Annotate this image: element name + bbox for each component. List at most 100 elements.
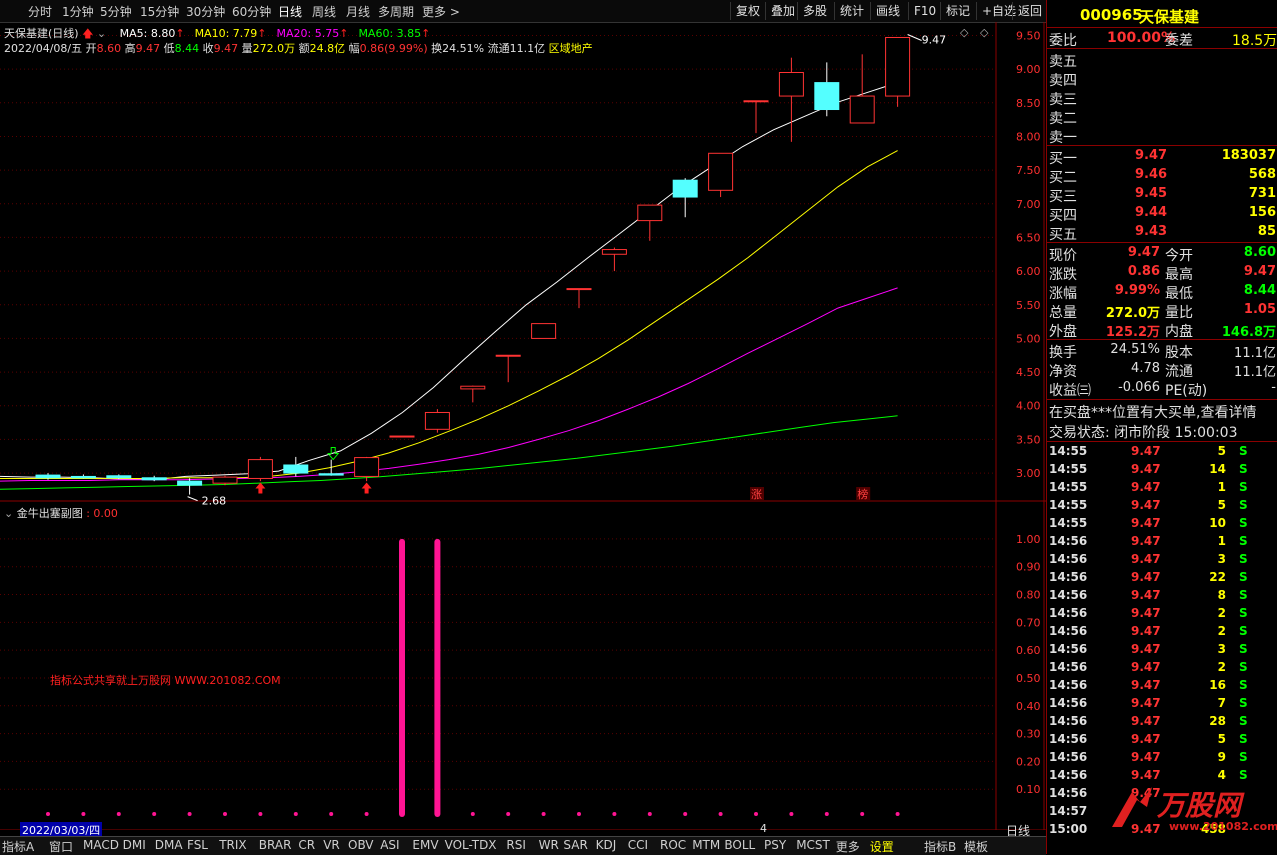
tick-volume: 5 xyxy=(1217,732,1226,746)
candle[interactable] xyxy=(601,247,627,272)
indicator-right-tab-0[interactable]: 指标B xyxy=(924,838,956,855)
sell-level-2[interactable]: 卖二 xyxy=(1047,107,1277,127)
tick-time: 14:56 xyxy=(1049,624,1088,638)
sell-level-4[interactable]: 卖四 xyxy=(1047,69,1277,89)
indicator-tab-11[interactable]: ASI xyxy=(380,838,399,852)
indicator-tab-4[interactable]: DMA xyxy=(155,838,183,852)
buy-level-2[interactable]: 买二 9.46 568 xyxy=(1047,166,1277,186)
float-value: 11.1亿 xyxy=(509,42,546,55)
stat-label: 最低 xyxy=(1165,286,1193,302)
period-tab-0[interactable]: 分时 xyxy=(28,3,52,20)
candle[interactable] xyxy=(389,435,415,438)
indicator-tab-14[interactable]: RSI xyxy=(506,838,526,852)
candle[interactable] xyxy=(318,459,344,476)
price-tick-7: 6.00 xyxy=(1016,265,1041,278)
candle[interactable] xyxy=(708,152,734,198)
indicator-tab-13[interactable]: VOL-TDX xyxy=(445,838,497,852)
stat-label: 总量 xyxy=(1049,305,1077,321)
toolbar-button-4[interactable]: 画线 xyxy=(870,2,905,20)
indicator-tab-7[interactable]: BRAR xyxy=(259,838,292,852)
candle[interactable] xyxy=(743,100,769,134)
candle[interactable] xyxy=(141,475,167,482)
tick-price: 9.47 xyxy=(1131,696,1161,710)
toolbar-button-0[interactable]: 复权 xyxy=(730,2,765,20)
period-tab-9[interactable]: 多周期 xyxy=(378,3,414,20)
candle[interactable] xyxy=(70,474,96,479)
toolbar-button-5[interactable]: F10 xyxy=(908,2,941,20)
period-tab-7[interactable]: 周线 xyxy=(312,3,336,20)
buy-level-1[interactable]: 买一 9.47 183037 xyxy=(1047,147,1277,167)
indicator-tab-9[interactable]: VR xyxy=(323,838,340,852)
close-value: 9.47 xyxy=(213,42,239,55)
candle[interactable] xyxy=(283,456,309,477)
indicator-tab-23[interactable]: MCST xyxy=(796,838,830,852)
indicator-tab-15[interactable]: WR xyxy=(539,838,559,852)
indicator-tab-22[interactable]: PSY xyxy=(764,838,786,852)
toolbar-button-2[interactable]: 多股 xyxy=(797,2,832,20)
period-tab-5[interactable]: 60分钟 xyxy=(232,3,271,20)
sector-label[interactable]: 区域地产 xyxy=(549,42,593,55)
toolbar-button-3[interactable]: 统计 xyxy=(834,2,869,20)
indicator-tab-20[interactable]: MTM xyxy=(692,838,720,852)
indicator-tab-5[interactable]: FSL xyxy=(187,838,208,852)
candle[interactable] xyxy=(424,409,450,433)
candle[interactable] xyxy=(637,204,663,241)
candle[interactable] xyxy=(177,478,203,495)
indicator-tab-25[interactable]: 设置 xyxy=(870,838,894,855)
indicator-tab-19[interactable]: ROC xyxy=(660,838,686,852)
period-tab-1[interactable]: 1分钟 xyxy=(62,3,94,20)
period-tab-8[interactable]: 月线 xyxy=(346,3,370,20)
indicator-tab-1[interactable]: 窗口 xyxy=(49,838,73,855)
tick-side: S xyxy=(1239,606,1248,620)
candle[interactable] xyxy=(495,354,521,383)
period-tab-4[interactable]: 30分钟 xyxy=(186,3,225,20)
sell-level-3[interactable]: 卖三 xyxy=(1047,88,1277,108)
tick-row: 14:56 9.47 8 S xyxy=(1047,587,1277,605)
indicator-tab-0[interactable]: 指标A xyxy=(2,838,34,855)
candle[interactable] xyxy=(778,57,804,142)
sell-level-5[interactable]: 卖五 xyxy=(1047,50,1277,70)
candle[interactable] xyxy=(531,323,557,339)
candle[interactable] xyxy=(460,385,486,403)
diamond-icon[interactable]: ◇ xyxy=(960,26,968,39)
kline-chart[interactable]: 9.50 9.00 8.50 8.00 7.50 7.00 6.50 6.00 5.50 5.00… xyxy=(0,22,1046,830)
collapse-icon[interactable]: ⌄ xyxy=(4,507,13,520)
sell-level-1[interactable]: 卖一 xyxy=(1047,126,1277,146)
buy-level-3[interactable]: 买三 9.45 731 xyxy=(1047,185,1277,205)
indicator-tab-18[interactable]: CCI xyxy=(628,838,648,852)
indicator-right-tab-1[interactable]: 模板 xyxy=(964,838,988,855)
settings-icon[interactable]: ◇ xyxy=(980,26,988,39)
tick-volume: 16 xyxy=(1209,678,1226,692)
tick-row: 14:56 9.47 7 S xyxy=(1047,695,1277,713)
tick-row: 14:55 9.47 5 S xyxy=(1047,443,1277,461)
toolbar-button-8[interactable]: 返回 xyxy=(1012,2,1047,20)
period-tab-3[interactable]: 15分钟 xyxy=(140,3,179,20)
candle[interactable] xyxy=(672,178,698,218)
buy-level-5[interactable]: 买五 9.43 85 xyxy=(1047,223,1277,243)
period-tab-10[interactable]: 更多 > xyxy=(422,3,460,20)
indicator-tab-2[interactable]: MACD xyxy=(83,838,119,852)
indicator-tab-16[interactable]: SAR xyxy=(563,838,587,852)
candle[interactable] xyxy=(885,36,911,107)
candle[interactable] xyxy=(566,288,592,309)
candle[interactable] xyxy=(247,456,273,482)
toolbar-button-1[interactable]: 叠加 xyxy=(765,2,800,20)
big-order-notice[interactable]: 在买盘***位置有大买单,查看详情 xyxy=(1047,401,1277,421)
candle[interactable] xyxy=(814,62,840,117)
indicator-tab-8[interactable]: CR xyxy=(298,838,315,852)
period-tab-2[interactable]: 5分钟 xyxy=(100,3,132,20)
period-tab-6[interactable]: 日线 xyxy=(278,3,302,20)
collapse-icon[interactable]: ⌄ xyxy=(97,27,106,40)
indicator-tab-6[interactable]: TRIX xyxy=(219,838,246,852)
weibi-label: 委比 xyxy=(1049,33,1077,49)
indicator-tab-10[interactable]: OBV xyxy=(348,838,374,852)
indicator-tab-17[interactable]: KDJ xyxy=(596,838,617,852)
indicator-tab-3[interactable]: DMI xyxy=(123,838,146,852)
buy-level-4[interactable]: 买四 9.44 156 xyxy=(1047,204,1277,224)
candle[interactable] xyxy=(849,54,875,124)
tick-row: 14:56 9.47 28 S xyxy=(1047,713,1277,731)
indicator-tab-24[interactable]: 更多 xyxy=(836,838,860,855)
indicator-tab-21[interactable]: BOLL xyxy=(724,838,755,852)
indicator-tab-12[interactable]: EMV xyxy=(412,838,438,852)
toolbar-button-6[interactable]: 标记 xyxy=(940,2,975,20)
